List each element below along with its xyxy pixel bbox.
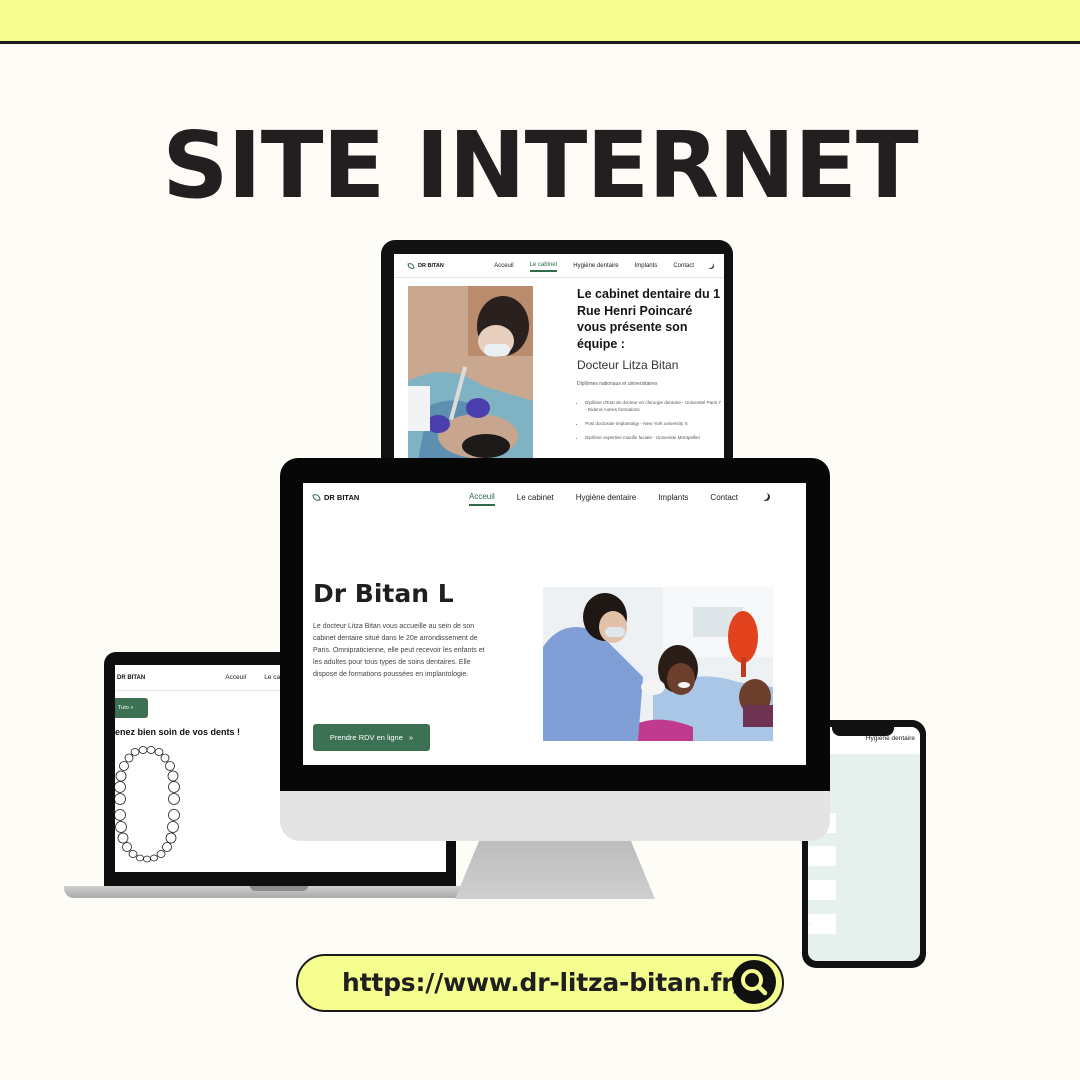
phone-nav-item[interactable]: Hygiène dentaire xyxy=(866,735,915,742)
search-icon-glyph xyxy=(741,969,768,996)
nav-item-hygiene[interactable]: Hygiène dentaire xyxy=(576,490,636,505)
laptop-notch xyxy=(250,886,308,891)
diplomas-heading: Diplômes nationaux et universitaires xyxy=(577,381,658,387)
logo-text: DR BITAN xyxy=(117,674,146,681)
hero-body: Le docteur Litza Bitan vous accueille au… xyxy=(313,623,485,678)
logo[interactable]: DR BITAN xyxy=(407,262,444,269)
logo-text: DR BITAN xyxy=(418,262,444,269)
double-chevron-right-icon: » xyxy=(408,733,414,742)
dark-mode-icon[interactable] xyxy=(708,263,714,269)
hero-photo-art xyxy=(543,587,773,741)
leaf-logo-icon xyxy=(312,492,321,502)
teeth-diagram xyxy=(115,745,185,870)
monitor-stand xyxy=(455,841,655,899)
nav-item-le-cabinet[interactable]: Le cabinet xyxy=(529,260,558,272)
monitor-chin xyxy=(280,791,830,841)
dentist-photo-art xyxy=(408,286,533,459)
teeth-diagram-art xyxy=(115,746,180,863)
tablet-screen: DR BITAN Acceuil Le cabinet Hygiène dent… xyxy=(394,254,724,459)
book-appointment-label: Prendre RDV en ligne xyxy=(329,733,403,742)
logo[interactable]: DR BITAN xyxy=(117,675,145,681)
monitor-screen: DR BITAN Acceuil Le cabinet Hygiène dent… xyxy=(303,483,806,765)
phone-field-mark: . xyxy=(809,921,811,927)
nav-item-implants[interactable]: Implants xyxy=(635,261,658,271)
phone-field[interactable]: . xyxy=(808,914,836,934)
tuto-button[interactable]: Tuto » xyxy=(115,698,148,718)
nav-item-acceuil[interactable]: Acceuil xyxy=(468,489,495,506)
search-icon[interactable] xyxy=(732,960,776,1004)
diploma-item: Diplôme expertise maxillo faciale - Univ… xyxy=(585,434,722,441)
tablet-text-column: Le cabinet dentaire du 1 Rue Henri Poinc… xyxy=(577,286,722,448)
tablet-navbar: DR BITAN Acceuil Le cabinet Hygiène dent… xyxy=(394,254,724,278)
url-bar[interactable]: https://www.dr-litza-bitan.fr/ xyxy=(296,954,784,1012)
nav-item-implants[interactable]: Implants xyxy=(658,490,688,505)
tuto-label: Tuto xyxy=(118,705,129,711)
website-url[interactable]: https://www.dr-litza-bitan.fr/ xyxy=(342,968,743,997)
diplomas-list: Diplôme d'Etat de docteur en chirurgie d… xyxy=(577,399,722,441)
hero-title: Dr Bitan L xyxy=(313,579,454,608)
book-appointment-button[interactable]: Prendre RDV en ligne » xyxy=(313,724,430,751)
phone-notch xyxy=(832,727,894,736)
logo-text: DR BITAN xyxy=(324,492,360,502)
monitor-nav-links: Acceuil Le cabinet Hygiène dentaire Impl… xyxy=(447,489,770,506)
nav-item-acceuil[interactable]: Acceuil xyxy=(494,261,513,271)
nav-item-acceuil[interactable]: Acceuil xyxy=(225,674,246,681)
nav-item-contact[interactable]: Contact xyxy=(673,261,694,271)
top-band xyxy=(0,0,1080,44)
headline: SITE INTERNET xyxy=(162,112,918,219)
diploma-item: Post doctorate implantolgy - New York un… xyxy=(585,420,722,427)
nav-item-contact[interactable]: Contact xyxy=(710,490,738,505)
monitor-navbar: DR BITAN Acceuil Le cabinet Hygiène dent… xyxy=(303,483,806,511)
tablet-nav-links: Acceuil Le cabinet Hygiène dentaire Impl… xyxy=(478,260,714,272)
diploma-item: Diplôme d'Etat de docteur en chirurgie d… xyxy=(585,399,722,413)
hero-photo xyxy=(543,587,773,741)
nav-item-hygiene[interactable]: Hygiène dentaire xyxy=(573,261,618,271)
logo[interactable]: DR BITAN xyxy=(312,492,360,502)
doctor-name: Docteur Litza Bitan xyxy=(577,358,679,372)
cabinet-title: Le cabinet dentaire du 1 Rue Henri Poinc… xyxy=(577,287,721,351)
laptop-heading: enez bien soin de vos dents ! xyxy=(115,727,241,737)
dark-mode-icon[interactable] xyxy=(762,493,770,501)
leaf-logo-icon xyxy=(407,262,415,269)
dentist-photo xyxy=(408,286,533,459)
phone-field[interactable] xyxy=(808,846,836,866)
nav-item-le-cabinet[interactable]: Le cabinet xyxy=(517,490,554,505)
phone-field[interactable] xyxy=(808,880,836,900)
